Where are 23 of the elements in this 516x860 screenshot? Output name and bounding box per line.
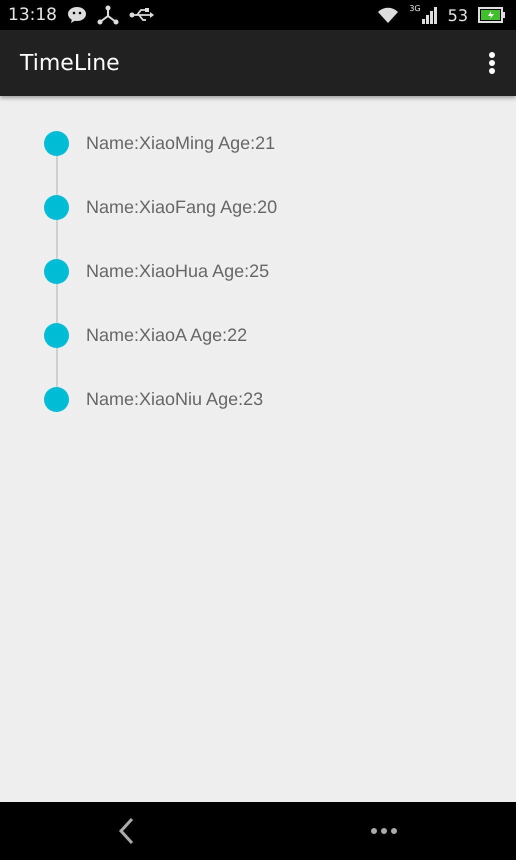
timeline-entry: Name:XiaoMing Age:21 [86, 132, 276, 155]
timeline-dot [44, 131, 69, 156]
clock: 13:18 [8, 5, 57, 25]
usb-icon [129, 7, 155, 23]
wifi-icon [377, 6, 400, 24]
timeline-entry: Name:XiaoFang Age:20 [86, 196, 278, 219]
signal-icon [422, 6, 438, 24]
timeline-entry: Name:XiaoHua Age:25 [86, 260, 270, 283]
battery-level: 53 [448, 6, 468, 24]
network-icon [97, 5, 119, 25]
overflow-menu-icon[interactable] [488, 51, 496, 75]
battery-icon [478, 7, 506, 23]
timeline-entry: Name:XiaoNiu Age:23 [86, 388, 264, 411]
timeline-entry: Name:XiaoA Age:22 [86, 324, 248, 347]
timeline-dot [44, 259, 69, 284]
back-icon[interactable] [118, 817, 134, 845]
timeline-dot [44, 195, 69, 220]
network-type: 3G [409, 5, 421, 13]
chat-icon [67, 6, 87, 24]
timeline-dot [44, 387, 69, 412]
timeline-dot [44, 323, 69, 348]
more-icon[interactable] [370, 827, 398, 835]
app-title: TimeLine [20, 50, 121, 76]
